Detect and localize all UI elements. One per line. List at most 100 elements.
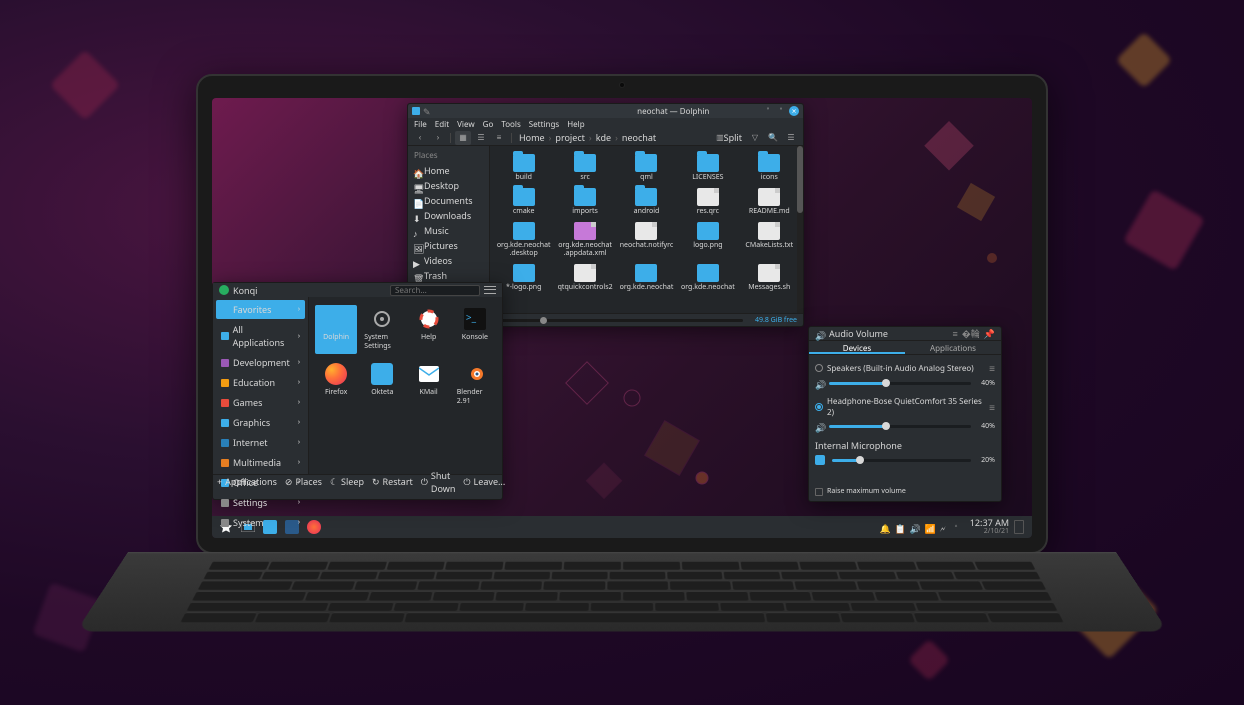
mic-slider[interactable] [832, 459, 971, 462]
file-item[interactable]: org.kde.neochat.desktop [494, 220, 553, 260]
category-games[interactable]: Games› [216, 393, 305, 412]
footer-places[interactable]: ⊘Places [285, 475, 322, 488]
search-input[interactable] [395, 285, 475, 296]
file-item[interactable]: org.kde.neochat [617, 262, 676, 294]
app-dolphin[interactable]: Dolphin [315, 305, 357, 354]
file-item[interactable]: qtquickcontrols2 [555, 262, 614, 294]
search-button[interactable]: 🔍 [765, 131, 781, 145]
place-documents[interactable]: 📄Documents [410, 193, 487, 208]
minimize-button[interactable]: ˅ [763, 106, 773, 116]
category-settings[interactable]: Settings› [216, 493, 305, 512]
place-downloads[interactable]: ⬇Downloads [410, 208, 487, 223]
menu-tools[interactable]: Tools [501, 119, 520, 130]
menu-button[interactable]: ☰ [783, 131, 799, 145]
bc-home[interactable]: Home [516, 130, 548, 145]
file-item[interactable]: Messages.sh [740, 262, 799, 294]
file-item[interactable]: src [555, 152, 614, 184]
category-favorites[interactable]: Favorites› [216, 300, 305, 319]
tray-volume-icon[interactable]: 🔊 [910, 522, 920, 532]
config-icon[interactable]: �輪 [962, 327, 980, 340]
tray-network-icon[interactable]: 📶 [925, 522, 935, 532]
tab-applications[interactable]: Applications [905, 341, 1001, 354]
tray-battery-icon[interactable]: 🗲 [940, 522, 950, 532]
place-pictures[interactable]: 🖼Pictures [410, 238, 487, 253]
pin-icon[interactable]: 📌 [984, 327, 995, 340]
file-item[interactable]: LICENSES [678, 152, 737, 184]
category-development[interactable]: Development› [216, 353, 305, 372]
zoom-slider[interactable] [490, 319, 743, 322]
file-view[interactable]: buildsrcqmlLICENSESicons cmakeimportsandr… [490, 146, 803, 313]
device-menu-1[interactable]: ≡ [989, 400, 995, 414]
place-music[interactable]: ♪Music [410, 223, 487, 238]
file-item[interactable]: icons [740, 152, 799, 184]
file-item[interactable]: logo.png [678, 220, 737, 260]
footer-restart[interactable]: ↻Restart [372, 475, 413, 488]
place-videos[interactable]: ▶Videos [410, 253, 487, 268]
app-blender-2.91[interactable]: Blender 2.91 [454, 360, 496, 409]
category-multimedia[interactable]: Multimedia› [216, 453, 305, 472]
raise-checkbox[interactable] [815, 488, 823, 496]
bc-project[interactable]: project [552, 130, 587, 145]
volume-slider-1[interactable] [829, 425, 971, 428]
menu-view[interactable]: View [457, 119, 475, 130]
tray-chevron-icon[interactable]: ˄ [955, 522, 965, 532]
file-item[interactable]: build [494, 152, 553, 184]
mute-icon-1[interactable]: 🔊 [815, 421, 825, 431]
file-item[interactable]: org.kde.neochat.appdata.xml [555, 220, 614, 260]
tray-clipboard-icon[interactable]: 📋 [895, 522, 905, 532]
place-home[interactable]: 🏠Home [410, 163, 487, 178]
close-button[interactable]: × [789, 106, 799, 116]
device-radio-0[interactable] [815, 364, 823, 372]
filter-button[interactable]: ▽ [747, 131, 763, 145]
mute-icon-0[interactable]: 🔊 [815, 378, 825, 388]
app-konsole[interactable]: >_Konsole [454, 305, 496, 354]
bc-neochat[interactable]: neochat [619, 130, 659, 145]
pin-icon[interactable]: ✎ [423, 105, 431, 118]
clock[interactable]: 12:37 AM 2/10/21 [970, 518, 1009, 536]
category-all-applications[interactable]: All Applications› [216, 320, 305, 352]
menu-settings[interactable]: Settings [529, 119, 559, 130]
app-firefox[interactable]: Firefox [315, 360, 357, 409]
file-item[interactable]: neochat.notifyrc [617, 220, 676, 260]
file-item[interactable]: res.qrc [678, 186, 737, 218]
file-item[interactable]: CMakeLists.txt [740, 220, 799, 260]
bc-kde[interactable]: kde [593, 130, 614, 145]
view-details-button[interactable]: ≡ [491, 131, 507, 145]
place-trash[interactable]: 🗑Trash [410, 268, 487, 283]
forward-button[interactable]: › [430, 131, 446, 145]
view-compact-button[interactable]: ☰ [473, 131, 489, 145]
file-item[interactable]: qml [617, 152, 676, 184]
app-help[interactable]: Help [408, 305, 450, 354]
category-internet[interactable]: Internet› [216, 433, 305, 452]
footer-leave---[interactable]: ⏻Leave... [463, 475, 505, 488]
tray-notifications-icon[interactable]: 🔔 [880, 522, 890, 532]
category-system[interactable]: System› [216, 513, 305, 532]
category-graphics[interactable]: Graphics› [216, 413, 305, 432]
footer-sleep[interactable]: ☾Sleep [330, 475, 364, 488]
device-menu-0[interactable]: ≡ [989, 361, 995, 375]
split-button[interactable]: ▥ Split [713, 131, 745, 145]
app-system-settings[interactable]: System Settings [361, 305, 403, 354]
footer-applications[interactable]: +Applications [217, 475, 277, 488]
show-desktop-button[interactable] [1014, 520, 1024, 534]
mic-icon[interactable] [815, 455, 825, 465]
app-okteta[interactable]: Okteta [361, 360, 403, 409]
menu-edit[interactable]: Edit [435, 119, 449, 130]
scrollbar[interactable] [797, 146, 803, 313]
device-radio-1[interactable] [815, 403, 823, 411]
file-item[interactable]: android [617, 186, 676, 218]
file-item[interactable]: README.md [740, 186, 799, 218]
hamburger-icon[interactable] [484, 285, 496, 295]
menu-go[interactable]: Go [483, 119, 494, 130]
view-icons-button[interactable]: ▦ [455, 131, 471, 145]
maximize-button[interactable]: ˄ [776, 106, 786, 116]
category-education[interactable]: Education› [216, 373, 305, 392]
file-item[interactable]: cmake [494, 186, 553, 218]
search-field[interactable] [390, 285, 480, 296]
file-item[interactable]: imports [555, 186, 614, 218]
menu-file[interactable]: File [414, 119, 427, 130]
task-firefox[interactable] [304, 518, 324, 536]
tab-devices[interactable]: Devices [809, 341, 905, 354]
back-button[interactable]: ‹ [412, 131, 428, 145]
footer-shut-down[interactable]: ⏻Shut Down [421, 469, 456, 495]
